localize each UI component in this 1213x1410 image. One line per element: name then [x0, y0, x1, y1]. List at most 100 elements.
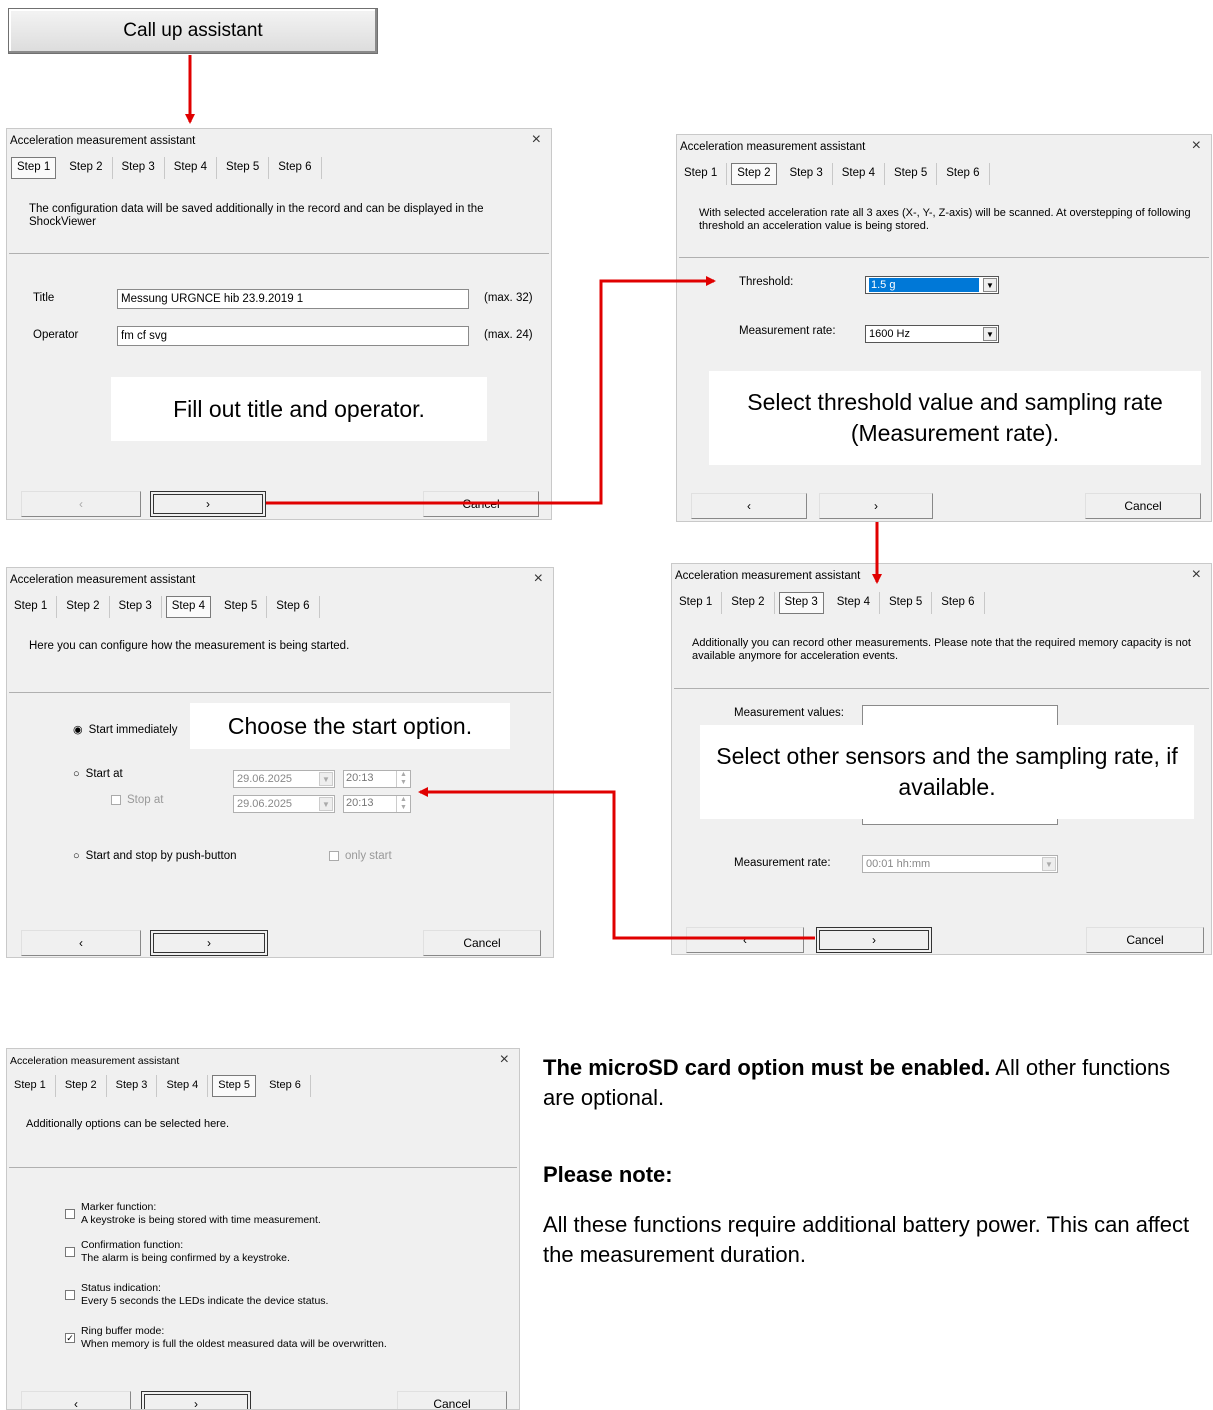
tab-step4[interactable]: Step 4: [157, 1075, 209, 1097]
checkbox-stop-at[interactable]: Stop at: [111, 794, 163, 807]
radio-start-immediately[interactable]: ◉ Start immediately: [73, 723, 177, 737]
tab-step6[interactable]: Step 6: [932, 592, 985, 614]
stop-date-value: 29.06.2025: [237, 798, 293, 810]
radio-push-button[interactable]: ○ Start and stop by push-button: [73, 850, 237, 862]
next-button[interactable]: ›: [819, 493, 933, 519]
chevron-down-icon[interactable]: ▼: [319, 797, 333, 811]
tab-strip: Step 1 Step 2 Step 3 Step 4 Step 5 Step …: [11, 596, 320, 618]
tab-step4[interactable]: Step 4: [165, 596, 211, 618]
back-button[interactable]: ‹: [21, 930, 141, 956]
tab-step1[interactable]: Step 1: [11, 157, 57, 179]
tab-step6[interactable]: Step 6: [269, 157, 322, 179]
tab-strip: Step 1 Step 2 Step 3 Step 4 Step 5 Step …: [11, 157, 322, 179]
close-icon[interactable]: ×: [1192, 566, 1201, 584]
tab-step1[interactable]: Step 1: [681, 163, 728, 185]
tab-step3[interactable]: Step 3: [110, 596, 162, 618]
back-button[interactable]: ‹: [21, 1391, 131, 1409]
dialog-step2: Acceleration measurement assistant × Ste…: [676, 134, 1212, 522]
checkbox-label: Stop at: [127, 794, 164, 806]
radio-selected-icon: ◉: [73, 724, 83, 736]
threshold-value: 1.5 g: [869, 278, 979, 292]
tab-step3[interactable]: Step 3: [781, 163, 833, 185]
close-icon[interactable]: ×: [534, 570, 543, 588]
start-date-picker[interactable]: 29.06.2025 ▼: [233, 770, 335, 788]
tab-step6[interactable]: Step 6: [937, 163, 990, 185]
threshold-select[interactable]: 1.5 g ▼: [865, 276, 999, 294]
cancel-button[interactable]: Cancel: [397, 1391, 507, 1409]
tab-step4[interactable]: Step 4: [828, 592, 880, 614]
measurement-values-label: Measurement values:: [734, 707, 844, 719]
microsd-bold-text: The microSD card option must be enabled.: [543, 1055, 991, 1080]
tab-step5[interactable]: Step 5: [885, 163, 938, 185]
operator-input[interactable]: fm cf svg: [117, 326, 469, 346]
radio-label: Start and stop by push-button: [85, 850, 237, 862]
checkbox-only-start[interactable]: only start: [329, 850, 392, 863]
option-text: Marker function: A keystroke is being sto…: [81, 1201, 321, 1226]
divider: [674, 688, 1209, 689]
back-button[interactable]: ‹: [21, 491, 141, 517]
tab-step5[interactable]: Step 5: [212, 1075, 257, 1097]
tab-strip: Step 1 Step 2 Step 3 Step 4 Step 5 Step …: [681, 163, 990, 185]
chevron-down-icon[interactable]: ▼: [983, 327, 997, 341]
tab-step6[interactable]: Step 6: [267, 596, 320, 618]
start-time-spinner[interactable]: 20:13 ▲ ▼: [343, 770, 411, 788]
next-button[interactable]: ›: [141, 1391, 251, 1409]
please-note-body: All these functions require additional b…: [543, 1212, 1190, 1267]
back-button[interactable]: ‹: [691, 493, 807, 519]
tab-step1[interactable]: Step 1: [11, 596, 58, 618]
checkbox-ring-buffer-mode[interactable]: ✓ Ring buffer mode: When memory is full t…: [65, 1325, 387, 1351]
please-note-heading: Please note:: [543, 1162, 673, 1187]
step1-description: The configuration data will be saved add…: [29, 203, 484, 228]
tab-step4[interactable]: Step 4: [165, 157, 217, 179]
tab-step3[interactable]: Step 3: [107, 1075, 158, 1097]
title-input[interactable]: Messung URGNCE hib 23.9.2019 1: [117, 289, 469, 309]
tab-step4[interactable]: Step 4: [833, 163, 885, 185]
tab-step2[interactable]: Step 2: [57, 596, 110, 618]
tab-step6[interactable]: Step 6: [260, 1075, 311, 1097]
tab-step5[interactable]: Step 5: [880, 592, 933, 614]
next-button[interactable]: ›: [816, 927, 932, 953]
option-text: Confirmation function: The alarm is being…: [81, 1239, 290, 1264]
chevron-down-icon[interactable]: ▼: [983, 278, 997, 292]
chevron-down-icon[interactable]: ▼: [319, 772, 333, 786]
rate-select[interactable]: 00:01 hh:mm ▼: [862, 855, 1058, 873]
cancel-button[interactable]: Cancel: [423, 930, 541, 956]
cancel-button[interactable]: Cancel: [1086, 927, 1204, 953]
close-icon[interactable]: ×: [500, 1051, 509, 1069]
tab-step2[interactable]: Step 2: [60, 157, 113, 179]
rate-select[interactable]: 1600 Hz ▼: [865, 325, 999, 343]
cancel-button[interactable]: Cancel: [1085, 493, 1201, 519]
tab-step5[interactable]: Step 5: [215, 596, 268, 618]
stop-time-value: 20:13: [346, 797, 374, 809]
close-icon[interactable]: ×: [1192, 137, 1201, 155]
checkbox-confirmation-function[interactable]: Confirmation function: The alarm is being…: [65, 1239, 290, 1265]
spinner-arrows-icon[interactable]: ▲ ▼: [396, 771, 410, 787]
checkbox-marker-function[interactable]: Marker function: A keystroke is being sto…: [65, 1201, 321, 1227]
tab-step2[interactable]: Step 2: [731, 163, 777, 185]
stop-date-picker[interactable]: 29.06.2025 ▼: [233, 795, 335, 813]
back-button[interactable]: ‹: [686, 927, 804, 953]
next-button[interactable]: ›: [150, 930, 268, 956]
tab-step2[interactable]: Step 2: [722, 592, 775, 614]
close-icon[interactable]: ×: [532, 131, 541, 149]
spinner-arrows-icon[interactable]: ▲ ▼: [396, 796, 410, 812]
chevron-down-icon[interactable]: ▼: [1042, 857, 1056, 871]
title-label: Title: [33, 292, 55, 304]
stop-time-spinner[interactable]: 20:13 ▲ ▼: [343, 795, 411, 813]
tab-step3[interactable]: Step 3: [113, 157, 165, 179]
checkbox-icon: [329, 851, 339, 861]
tab-step2[interactable]: Step 2: [56, 1075, 107, 1097]
option-text: Status indication: Every 5 seconds the LE…: [81, 1282, 329, 1307]
cancel-button[interactable]: Cancel: [423, 491, 539, 517]
call-up-assistant-button[interactable]: Call up assistant: [8, 8, 378, 54]
tab-step1[interactable]: Step 1: [676, 592, 723, 614]
tab-step1[interactable]: Step 1: [11, 1075, 56, 1097]
checkbox-status-indication[interactable]: Status indication: Every 5 seconds the LE…: [65, 1282, 328, 1308]
radio-start-at[interactable]: ○ Start at: [73, 768, 123, 780]
checkbox-icon: [111, 795, 121, 805]
next-button[interactable]: ›: [150, 491, 266, 517]
checkmark-icon: ✓: [65, 1333, 75, 1343]
tab-step3[interactable]: Step 3: [778, 592, 824, 614]
divider: [679, 257, 1209, 258]
tab-step5[interactable]: Step 5: [217, 157, 270, 179]
